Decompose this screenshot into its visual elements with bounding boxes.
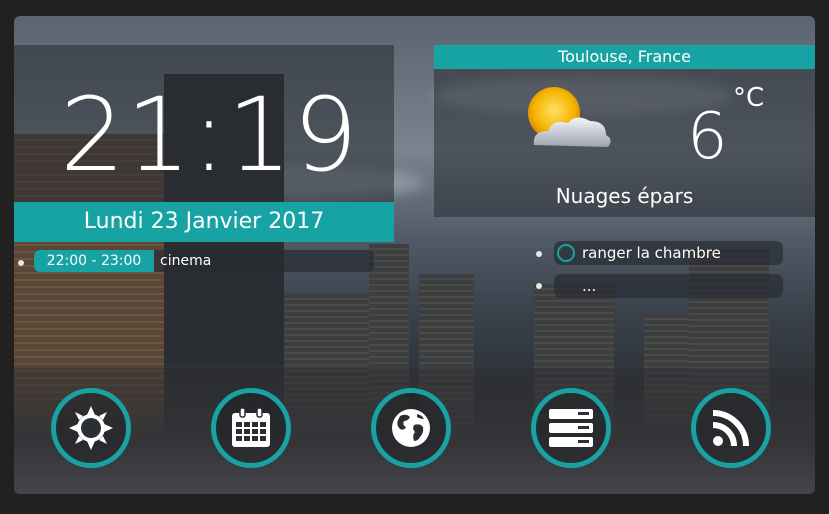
- task-label: ...: [582, 277, 597, 295]
- temperature-value: 6: [687, 100, 728, 174]
- date-bar: Lundi 23 Janvier 2017: [14, 202, 394, 242]
- rss-icon: [712, 410, 749, 447]
- clock-time: 21:19: [60, 76, 359, 195]
- temperature-unit: °C: [733, 83, 765, 113]
- date-text: Lundi 23 Janvier 2017: [83, 209, 325, 234]
- todo-item[interactable]: ranger la chambre: [554, 241, 783, 265]
- settings-button[interactable]: [51, 388, 131, 468]
- weather-panel: Toulouse, France 6 °C Nuages épars: [434, 45, 815, 217]
- list-bullet: [536, 283, 542, 289]
- dashboard-screen: 21:19 Lundi 23 Janvier 2017 Toulouse, Fr…: [14, 16, 815, 494]
- weather-city: Toulouse, France: [434, 45, 815, 69]
- event-time: 22:00 - 23:00: [34, 250, 154, 272]
- weather-description: Nuages épars: [555, 184, 694, 208]
- agenda-event[interactable]: 22:00 - 23:00 cinema: [34, 250, 374, 272]
- sun-behind-cloud-icon: [528, 87, 611, 147]
- event-label: cinema: [160, 253, 212, 269]
- globe-icon: [392, 409, 430, 447]
- list-bullet: [536, 251, 542, 257]
- sun-gear-icon: [69, 406, 113, 450]
- calendar-button[interactable]: [211, 388, 291, 468]
- clock-panel: 21:19 Lundi 23 Janvier 2017: [14, 45, 394, 242]
- calendar-icon: [232, 407, 270, 447]
- task-label: ranger la chambre: [582, 244, 721, 262]
- task-checkbox[interactable]: [557, 244, 575, 262]
- rss-button[interactable]: [691, 388, 771, 468]
- todo-item[interactable]: ...: [554, 274, 783, 298]
- globe-button[interactable]: [371, 388, 451, 468]
- list-bullet: [18, 260, 24, 266]
- server-icon: [549, 409, 593, 447]
- server-button[interactable]: [531, 388, 611, 468]
